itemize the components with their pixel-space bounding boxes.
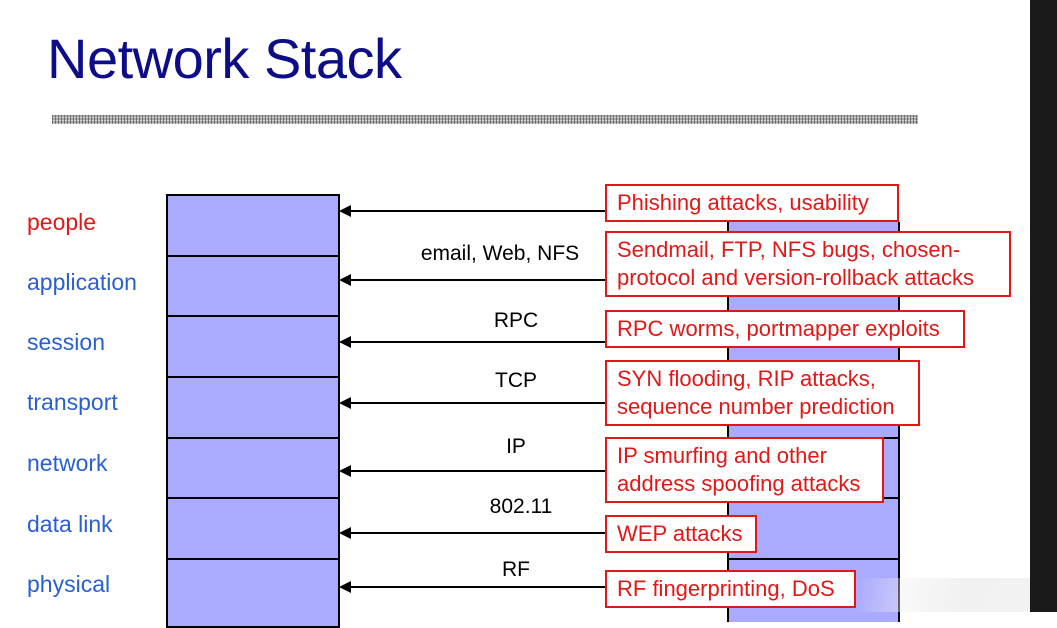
layer-label-session: session bbox=[27, 329, 105, 355]
left-stack-divider bbox=[166, 558, 340, 560]
attack-text: Phishing attacks, usability bbox=[617, 190, 869, 215]
attack-text: SYN flooding, RIP attacks, bbox=[617, 366, 876, 391]
arrowhead-session bbox=[339, 336, 351, 348]
attack-text: WEP attacks bbox=[617, 521, 743, 546]
title-divider bbox=[52, 115, 918, 124]
layer-label-transport: transport bbox=[27, 389, 118, 415]
attack-box-physical: RF fingerprinting, DoS bbox=[605, 570, 856, 608]
protocol-label-physical: RF bbox=[502, 558, 530, 581]
layer-label-data-link: data link bbox=[27, 511, 113, 537]
layer-label-application: application bbox=[27, 269, 137, 295]
protocol-label-application: email, Web, NFS bbox=[420, 242, 580, 265]
protocol-label-transport: TCP bbox=[495, 369, 537, 392]
layer-label-people: people bbox=[27, 209, 97, 235]
attack-box-network: IP smurfing and other address spoofing a… bbox=[605, 437, 884, 503]
corner-fade bbox=[857, 578, 1030, 612]
attack-text: IP smurfing and other bbox=[617, 443, 827, 468]
left-stack-divider bbox=[166, 497, 340, 499]
attack-box-session: RPC worms, portmapper exploits bbox=[605, 310, 965, 348]
attack-text: RF fingerprinting, DoS bbox=[617, 576, 835, 601]
slide-title: Network Stack bbox=[47, 27, 402, 90]
arrow-session bbox=[348, 341, 606, 343]
arrowhead-physical bbox=[339, 581, 351, 593]
arrowhead-network bbox=[339, 465, 351, 477]
arrow-physical bbox=[348, 586, 606, 588]
arrow-transport bbox=[348, 402, 606, 404]
protocol-label-network: IP bbox=[506, 435, 526, 458]
right-stack-divider bbox=[727, 558, 900, 560]
left-stack-divider bbox=[166, 315, 340, 317]
layer-label-network: network bbox=[27, 450, 108, 476]
arrow-network bbox=[348, 470, 606, 472]
arrowhead-transport bbox=[339, 397, 351, 409]
protocol-label-session: RPC bbox=[493, 309, 539, 332]
arrowhead-people bbox=[339, 205, 351, 217]
left-stack-divider bbox=[166, 437, 340, 439]
attack-box-data-link: WEP attacks bbox=[605, 515, 757, 553]
left-stack bbox=[166, 194, 340, 628]
left-stack-divider bbox=[166, 376, 340, 378]
arrow-data-link bbox=[348, 532, 606, 534]
arrowhead-data-link bbox=[339, 527, 351, 539]
attack-text: address spoofing attacks bbox=[617, 471, 861, 496]
arrowhead-application bbox=[339, 274, 351, 286]
window-edge bbox=[1030, 0, 1057, 612]
attack-box-application: Sendmail, FTP, NFS bugs, chosen- protoco… bbox=[605, 231, 1011, 297]
attack-box-people: Phishing attacks, usability bbox=[605, 184, 899, 222]
left-stack-divider bbox=[166, 255, 340, 257]
attack-text: RPC worms, portmapper exploits bbox=[617, 316, 940, 341]
attack-text: protocol and version-rollback attacks bbox=[617, 265, 975, 290]
arrow-people bbox=[348, 210, 606, 212]
attack-text: Sendmail, FTP, NFS bugs, chosen- bbox=[617, 237, 961, 262]
attack-text: sequence number prediction bbox=[617, 394, 895, 419]
protocol-label-data-link: 802.11 bbox=[489, 495, 553, 518]
attack-box-transport: SYN flooding, RIP attacks, sequence numb… bbox=[605, 360, 920, 426]
layer-label-physical: physical bbox=[27, 571, 111, 597]
arrow-application bbox=[348, 279, 606, 281]
